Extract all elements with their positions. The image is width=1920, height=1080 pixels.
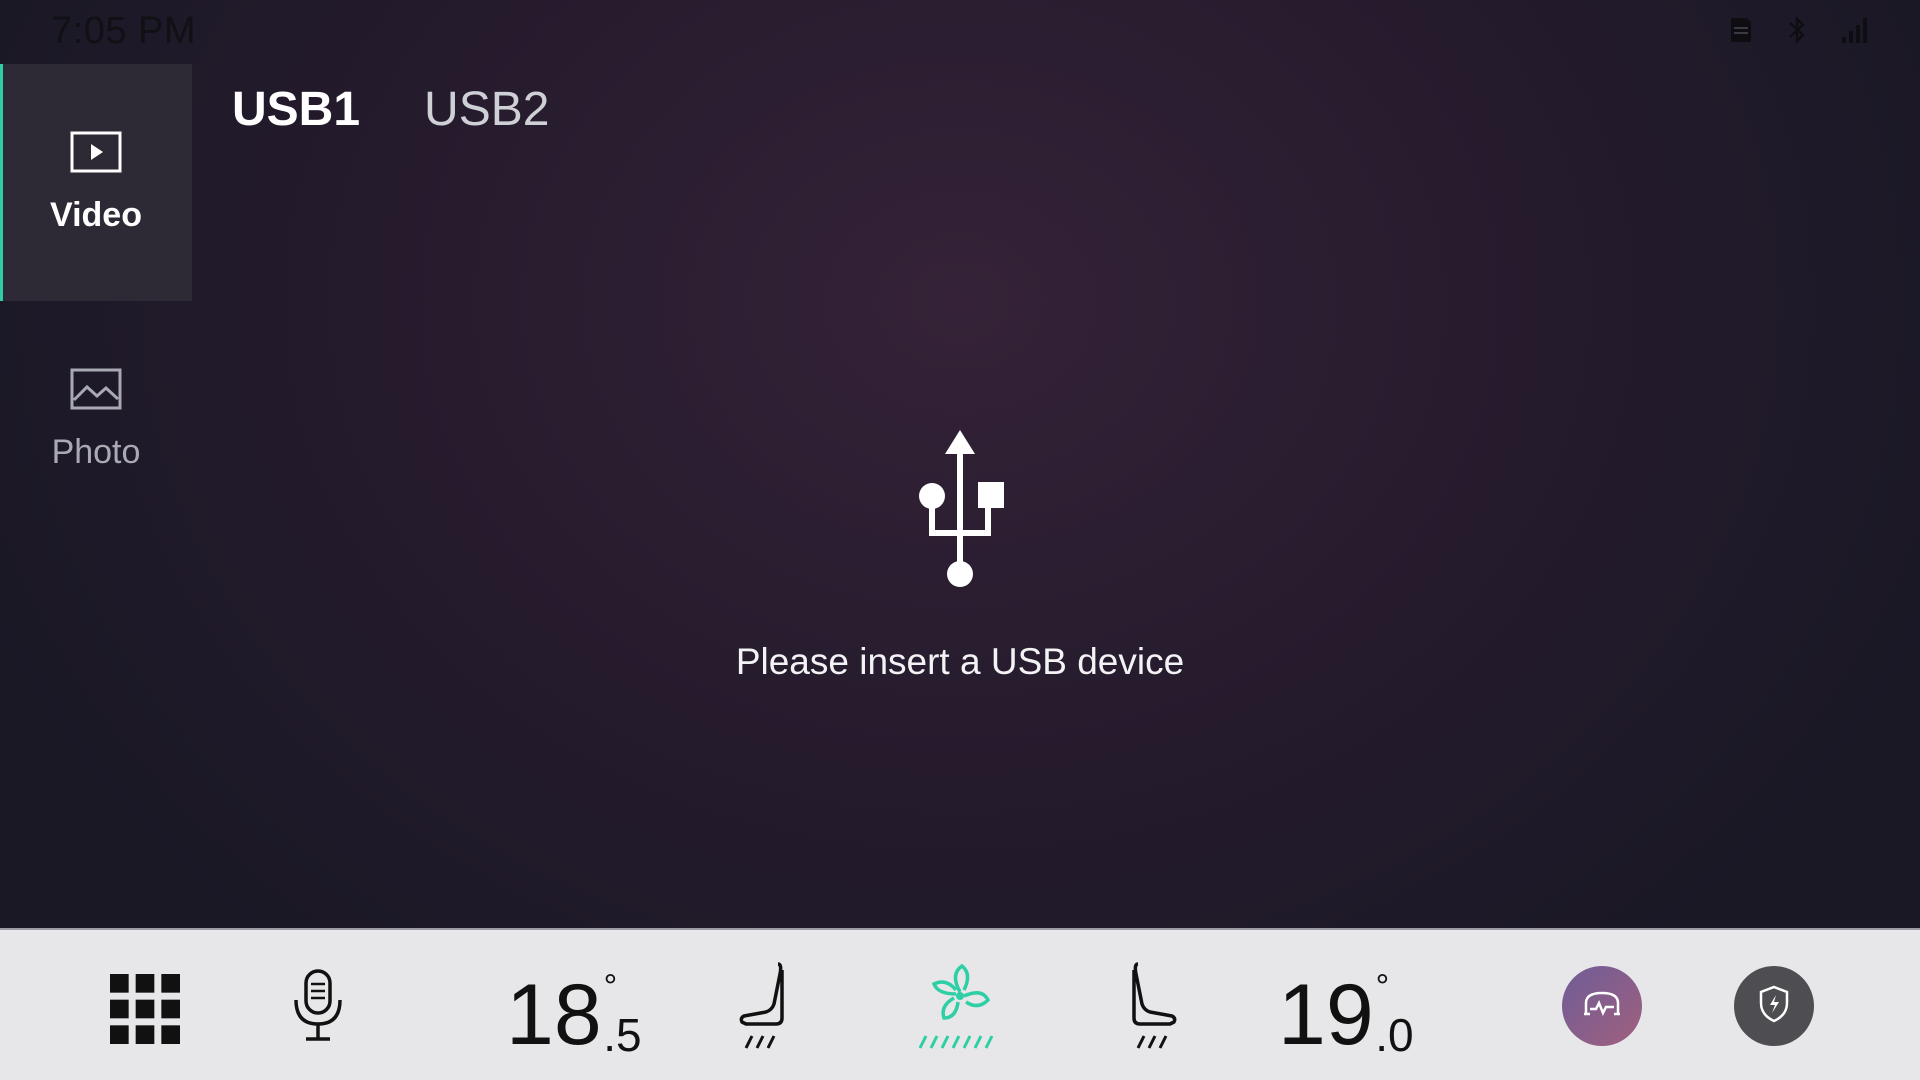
tab-usb1[interactable]: USB1: [232, 82, 360, 137]
right-temp-whole: 19: [1278, 967, 1374, 1063]
bluetooth-icon: [1786, 14, 1808, 46]
empty-state-message: Please insert a USB device: [735, 641, 1185, 682]
right-temp-decimal: .0: [1375, 1009, 1414, 1061]
seat-heat-right-icon[interactable]: [1124, 960, 1180, 1052]
microphone-icon[interactable]: [290, 968, 346, 1042]
sidebar-item-label: Video: [50, 195, 142, 234]
right-temp-degree: °: [1375, 968, 1390, 1006]
vehicle-status-icon: [1582, 989, 1622, 1024]
security-button[interactable]: [1734, 966, 1814, 1046]
vehicle-status-button[interactable]: [1562, 966, 1642, 1046]
status-clock: 7:05 PM: [51, 10, 197, 52]
usb-source-tabs: USB1 USB2: [232, 82, 549, 137]
left-temp-degree: °: [603, 968, 618, 1006]
seat-heat-left-icon[interactable]: [736, 960, 792, 1052]
tab-usb2[interactable]: USB2: [424, 82, 549, 137]
video-play-icon: [70, 131, 122, 178]
usb-icon: [905, 428, 1015, 593]
right-temperature[interactable]: 19 ° .0: [1278, 967, 1414, 1063]
sim-card-icon: [1728, 15, 1754, 45]
fan-icon[interactable]: [916, 960, 1004, 1052]
status-icons: [1728, 14, 1870, 46]
status-bar: 7:05 PM: [0, 0, 1920, 64]
left-temp-decimal: .5: [603, 1009, 642, 1061]
image-icon: [70, 368, 122, 415]
sidebar-item-video[interactable]: Video: [0, 64, 192, 301]
left-temperature[interactable]: 18 ° .5: [506, 967, 642, 1063]
left-temp-whole: 18: [506, 967, 602, 1063]
cellular-signal-icon: [1840, 15, 1870, 45]
app-grid-icon[interactable]: [110, 974, 180, 1044]
empty-state: Please insert a USB device: [0, 428, 1920, 683]
climate-bar: 18 ° .5 19 ° .0: [0, 928, 1920, 1080]
security-shield-icon: [1758, 985, 1790, 1028]
